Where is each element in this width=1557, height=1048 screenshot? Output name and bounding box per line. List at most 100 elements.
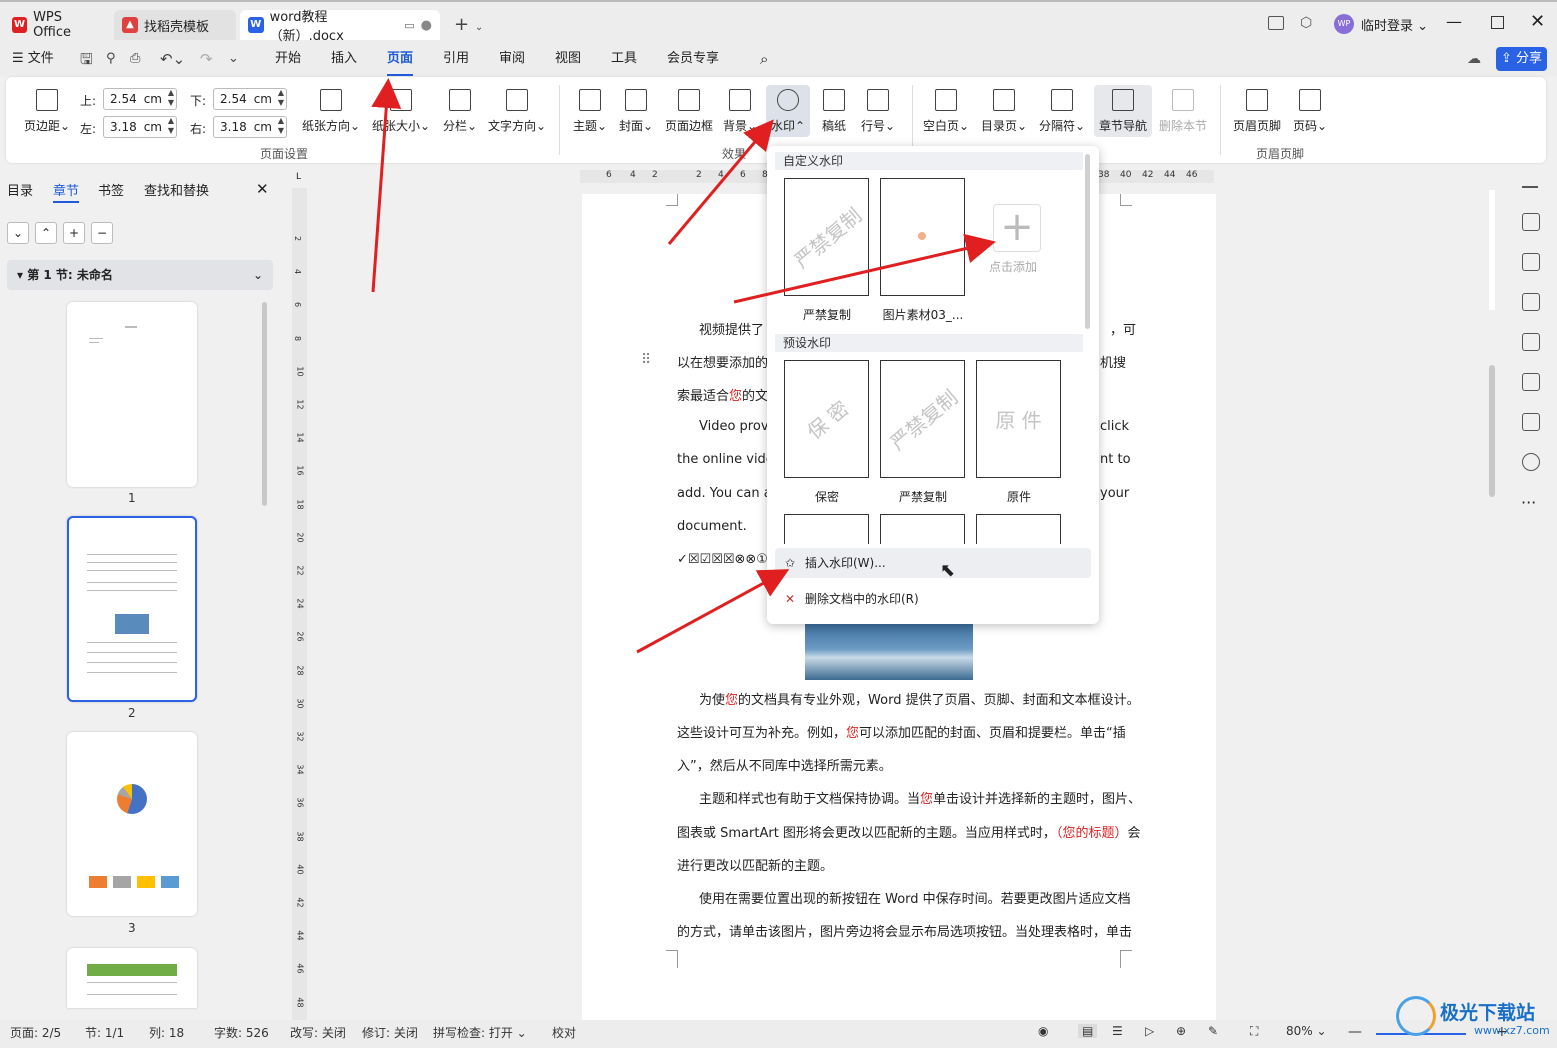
right-margin-input[interactable]: 3.18 cm ▲ ▼ bbox=[213, 116, 287, 138]
more-icon[interactable]: ··· bbox=[1521, 493, 1536, 512]
outline-view-icon[interactable]: ☰ bbox=[1112, 1024, 1123, 1038]
stepper-icon[interactable]: ▲ ▼ bbox=[278, 116, 284, 136]
page-thumbnail-1[interactable] bbox=[67, 302, 197, 487]
preset-watermark-original[interactable]: 原 件 bbox=[976, 360, 1061, 478]
top-margin-input[interactable]: 2.54 cm ▲ ▼ bbox=[103, 88, 177, 110]
menu-view[interactable]: 视图 bbox=[555, 44, 581, 76]
tab-find-replace[interactable]: 查找和替换 bbox=[144, 180, 209, 199]
tab-template[interactable]: ▲ 找稻壳模板 bbox=[114, 10, 236, 40]
tab-section[interactable]: 章节 bbox=[53, 180, 80, 203]
cloud-icon[interactable]: ☁ bbox=[1467, 44, 1481, 76]
page-number-button[interactable]: 页码⌄ bbox=[1290, 89, 1330, 134]
more-chevron-icon[interactable]: ⌄ bbox=[228, 44, 239, 76]
page-thumbnail-2[interactable] bbox=[67, 516, 197, 702]
book-icon[interactable] bbox=[1522, 413, 1540, 431]
cover-button[interactable]: 封面⌄ bbox=[616, 89, 656, 134]
share-button[interactable]: ⇪ 分享 bbox=[1496, 47, 1547, 71]
web-view-icon[interactable]: ⊕ bbox=[1176, 1024, 1186, 1038]
redo-icon[interactable]: ↷ bbox=[200, 44, 213, 76]
doc-scrollbar[interactable] bbox=[1489, 365, 1495, 497]
ruler-corner-icon[interactable]: L bbox=[296, 172, 301, 182]
orientation-button[interactable]: 纸张方向⌄ bbox=[300, 89, 362, 134]
remove-section-icon[interactable]: − bbox=[91, 222, 113, 244]
maximize-icon[interactable] bbox=[1491, 16, 1504, 29]
status-page[interactable]: 页面: 2/5 bbox=[10, 1024, 61, 1041]
stepper-icon[interactable]: ▲ ▼ bbox=[168, 116, 174, 136]
tab-toc[interactable]: 目录 bbox=[7, 180, 33, 199]
insert-watermark-item[interactable]: ✩ 插入水印(W)... bbox=[775, 548, 1091, 578]
tab-document[interactable]: W word教程（新）.docx ▭ ● bbox=[240, 10, 440, 44]
drag-handle-icon[interactable]: ⠿ bbox=[641, 352, 651, 368]
menu-vip[interactable]: 会员专享 bbox=[667, 44, 719, 76]
preset-watermark-more[interactable] bbox=[784, 514, 869, 544]
menu-review[interactable]: 审阅 bbox=[499, 44, 525, 76]
search-icon[interactable]: ⌕ bbox=[760, 44, 768, 76]
status-section[interactable]: 节: 1/1 bbox=[85, 1024, 124, 1041]
layout-icon[interactable] bbox=[1268, 16, 1284, 30]
doc-image-lake[interactable] bbox=[805, 624, 973, 680]
bottom-margin-input[interactable]: 2.54 cm ▲ ▼ bbox=[213, 88, 287, 110]
toc-page-button[interactable]: 目录页⌄ bbox=[978, 89, 1030, 134]
line-number-button[interactable]: 行号⌄ bbox=[858, 89, 898, 134]
text-direction-button[interactable]: 文字方向⌄ bbox=[486, 89, 548, 134]
separator-button[interactable]: 分隔符⌄ bbox=[1036, 89, 1088, 134]
save-icon[interactable]: 🖫 bbox=[80, 44, 93, 76]
cube-icon[interactable]: ⬡ bbox=[1300, 15, 1312, 31]
margins-button[interactable]: 页边距⌄ bbox=[22, 89, 72, 134]
columns-button[interactable]: 分栏⌄ bbox=[440, 89, 480, 134]
status-overwrite[interactable]: 改写: 关闭 bbox=[290, 1024, 346, 1041]
background-button[interactable]: 背景⌄ bbox=[720, 89, 760, 134]
watermark-button[interactable]: 水印⌃ bbox=[766, 85, 810, 137]
pen-icon[interactable] bbox=[1522, 213, 1540, 231]
undo-icon[interactable]: ↶⌄ bbox=[160, 44, 185, 76]
remove-watermark-item[interactable]: ✕ 删除文档中的水印(R) bbox=[775, 584, 1091, 614]
print-preview-icon[interactable]: ⎙ bbox=[130, 44, 140, 76]
menu-page[interactable]: 页面 bbox=[387, 44, 414, 76]
stepper-icon[interactable]: ▲ ▼ bbox=[278, 88, 284, 108]
stepper-icon[interactable]: ▲ ▼ bbox=[168, 88, 174, 108]
collapse-icon[interactable] bbox=[1522, 186, 1538, 188]
close-icon[interactable]: ✕ bbox=[1530, 11, 1545, 32]
add-section-icon[interactable]: + bbox=[63, 222, 85, 244]
login-button[interactable]: 临时登录 ⌄ bbox=[1361, 15, 1428, 34]
preset-watermark-more[interactable] bbox=[976, 514, 1061, 544]
page-border-button[interactable]: 页面边框 bbox=[662, 89, 716, 134]
chevron-down-icon[interactable]: ⌄ bbox=[7, 222, 29, 244]
help-icon[interactable] bbox=[1522, 453, 1540, 471]
preset-watermark-no-copy[interactable]: 严禁复制 bbox=[880, 360, 965, 478]
custom-watermark-1[interactable]: 严禁复制 bbox=[784, 178, 869, 296]
draft-paper-button[interactable]: 稿纸 bbox=[816, 89, 852, 134]
pen-view-icon[interactable]: ✎ bbox=[1208, 1024, 1218, 1038]
page-thumbnail-3[interactable] bbox=[67, 732, 197, 916]
menu-insert[interactable]: 插入 bbox=[331, 44, 357, 76]
left-margin-input[interactable]: 3.18 cm ▲ ▼ bbox=[103, 116, 177, 138]
play-icon[interactable]: ▷ bbox=[1145, 1024, 1154, 1038]
status-spellcheck[interactable]: 拼写检查: 打开 ⌄ bbox=[433, 1024, 527, 1041]
minimize-icon[interactable]: — bbox=[1446, 12, 1462, 31]
avatar[interactable]: WP bbox=[1334, 14, 1354, 34]
new-tab-icon[interactable]: + ⌄ bbox=[454, 14, 483, 35]
blank-page-button[interactable]: 空白页⌄ bbox=[920, 89, 972, 134]
status-proofread[interactable]: 校对 bbox=[552, 1024, 576, 1041]
paper-size-button[interactable]: 纸张大小⌄ bbox=[370, 89, 432, 134]
ai-write-icon[interactable] bbox=[1522, 333, 1540, 351]
delete-section-button[interactable]: 删除本节 bbox=[1156, 89, 1210, 134]
close-panel-icon[interactable]: ✕ bbox=[256, 180, 269, 198]
tab-bookmark[interactable]: 书签 bbox=[98, 180, 124, 199]
chevron-up-icon[interactable]: ⌃ bbox=[35, 222, 57, 244]
preset-watermark-confidential[interactable]: 保 密 bbox=[784, 360, 869, 478]
dropdown-scrollbar[interactable] bbox=[1085, 154, 1090, 329]
format-painter-icon[interactable]: ⚲ bbox=[106, 44, 116, 76]
zoom-select[interactable]: 80% ⌄ bbox=[1286, 1024, 1327, 1038]
zoom-out-icon[interactable]: — bbox=[1348, 1024, 1362, 1040]
vertical-ruler[interactable]: 2 4 6 8 10 12 14 16 18 20 22 24 26 28 30 32 34 36 38 40 42 44… bbox=[292, 188, 307, 1020]
menu-start[interactable]: 开始 bbox=[275, 44, 301, 76]
file-menu[interactable]: ☰ 文件 bbox=[12, 44, 54, 76]
panel-scrollbar[interactable] bbox=[262, 302, 267, 506]
settings-sliders-icon[interactable] bbox=[1522, 293, 1540, 311]
status-word-count[interactable]: 字数: 526 bbox=[214, 1024, 269, 1041]
add-watermark-icon[interactable]: + bbox=[993, 204, 1041, 252]
preset-watermark-more[interactable] bbox=[880, 514, 965, 544]
section-nav-button[interactable]: 章节导航 bbox=[1094, 85, 1152, 137]
status-revision[interactable]: 修订: 关闭 bbox=[362, 1024, 418, 1041]
